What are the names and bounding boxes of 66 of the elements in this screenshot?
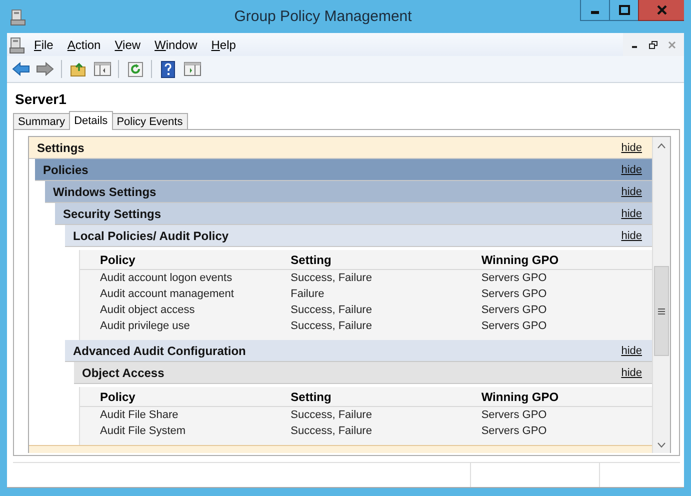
table-cell: Servers GPO: [461, 406, 652, 423]
close-icon: [656, 5, 666, 15]
close-button[interactable]: [638, 0, 684, 21]
section-title: Policies: [43, 162, 88, 176]
table-cell-text: Servers GPO: [480, 424, 548, 439]
hide-link[interactable]: hide: [621, 186, 642, 198]
table-cell-text: Servers GPO: [480, 287, 548, 302]
table-cell: Success, Failure: [270, 406, 462, 423]
refresh-icon[interactable]: [125, 59, 145, 79]
scrollbar[interactable]: [652, 137, 670, 453]
table-cell-text: Success, Failure: [290, 319, 373, 334]
section-title: Windows Settings: [53, 184, 156, 198]
menu-item[interactable]: Window: [148, 38, 204, 52]
forward-arrow-icon[interactable]: [35, 59, 55, 79]
scroll-up-icon[interactable]: [657, 142, 666, 148]
section-title: Settings: [37, 140, 84, 154]
pane-toggle-icon[interactable]: [182, 59, 202, 79]
column-header: Policy: [80, 250, 271, 270]
column-header: Winning GPO: [461, 387, 652, 406]
restore-icon[interactable]: [649, 40, 658, 48]
app-icon: [10, 8, 26, 26]
section-title: Object Access: [82, 366, 164, 380]
column-header: Setting: [270, 250, 462, 270]
hide-link[interactable]: hide: [621, 164, 642, 176]
tab[interactable]: Details: [69, 111, 113, 130]
window-title: Group Policy Management: [233, 8, 413, 25]
pane-toggle-icon[interactable]: [92, 59, 112, 79]
table-cell: Success, Failure: [270, 270, 462, 286]
page-heading: Server1: [15, 91, 68, 107]
grip-icon: [658, 308, 665, 314]
menu-item[interactable]: Help: [204, 38, 243, 52]
help-icon[interactable]: [158, 59, 178, 79]
table-cell: Audit File Share: [80, 406, 271, 423]
back-arrow-icon[interactable]: [11, 59, 31, 79]
table-cell-text: Audit File System: [99, 424, 187, 439]
hide-link[interactable]: hide: [621, 142, 642, 154]
section-title: Advanced Audit Configuration: [73, 344, 246, 358]
table-cell-text: Failure: [290, 287, 326, 302]
hide-link[interactable]: hide: [621, 344, 642, 356]
table-cell-text: Audit account management: [99, 287, 235, 302]
menu-item[interactable]: Action: [60, 38, 108, 52]
table-cell-text: Success, Failure: [290, 303, 373, 318]
maximize-button[interactable]: [609, 0, 638, 21]
hide-link[interactable]: hide: [621, 230, 642, 242]
menu-item[interactable]: View: [108, 38, 148, 52]
column-header: Winning GPO: [461, 250, 652, 270]
table-cell-text: Success, Failure: [290, 424, 373, 439]
section-title: Local Policies/ Audit Policy: [73, 228, 229, 242]
column-header: Setting: [270, 387, 462, 406]
scroll-down-icon[interactable]: [657, 442, 666, 448]
column-header: Policy: [80, 387, 271, 406]
section-title: Security Settings: [63, 206, 162, 220]
menu-item[interactable]: File: [27, 38, 60, 52]
table-cell-text: Audit object access: [99, 303, 196, 318]
hide-link[interactable]: hide: [621, 208, 642, 220]
table-cell-text: Servers GPO: [480, 319, 548, 334]
minimize-button[interactable]: [580, 0, 609, 21]
table-cell: Audit account logon events: [80, 270, 271, 286]
table-cell-text: Audit privilege use: [99, 319, 191, 334]
tab[interactable]: Policy Events: [112, 113, 188, 130]
app-icon: [7, 34, 27, 54]
table-cell: Servers GPO: [461, 270, 652, 286]
tab[interactable]: Summary: [13, 113, 70, 130]
table-cell-text: Servers GPO: [480, 303, 548, 318]
hide-link[interactable]: hide: [621, 366, 642, 378]
maximize-icon: [618, 5, 630, 15]
